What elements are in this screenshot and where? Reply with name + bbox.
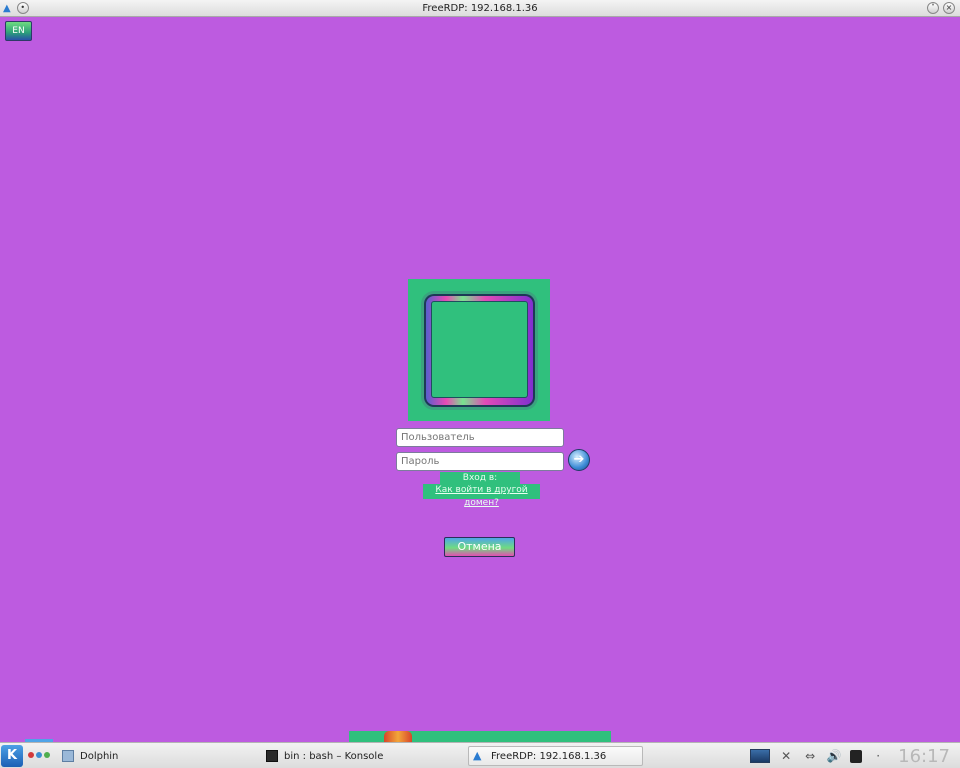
terminal-icon	[266, 750, 278, 762]
screen-icon[interactable]	[750, 749, 771, 763]
window-menu-icon[interactable]: ▲	[3, 3, 11, 14]
task-konsole[interactable]: bin : bash – Konsole	[262, 746, 462, 766]
taskbar: K Dolphin bin : bash – Konsole ▲ FreeRDP…	[0, 742, 960, 768]
x-tool-icon[interactable]: ✕	[778, 748, 794, 764]
window-titlebar: ▲ • FreeRDP: 192.168.1.36 ˅ ×	[0, 0, 960, 17]
volume-icon[interactable]: 🔊	[826, 748, 842, 764]
branding-strip	[349, 731, 611, 742]
language-button[interactable]: EN	[5, 21, 32, 41]
other-domain-link[interactable]: Как войти в другой домен?	[423, 484, 540, 508]
task-label: bin : bash – Konsole	[284, 750, 384, 762]
task-freerdp[interactable]: ▲ FreeRDP: 192.168.1.36	[468, 746, 643, 766]
username-field[interactable]	[396, 428, 564, 447]
close-button[interactable]: ×	[943, 2, 955, 14]
freerdp-icon: ▲	[473, 749, 482, 762]
window-title: FreeRDP: 192.168.1.36	[422, 2, 538, 14]
titlebar-left: ▲ •	[3, 2, 29, 14]
branding-logo-icon	[384, 731, 412, 742]
pin-icon[interactable]: •	[16, 2, 29, 14]
system-tray: ✕ ⇔ 🔊 · 16:17	[750, 743, 960, 768]
notifications-icon[interactable]	[850, 749, 863, 763]
task-label: FreeRDP: 192.168.1.36	[491, 750, 607, 762]
password-field[interactable]	[396, 452, 564, 471]
clock[interactable]: 16:17	[898, 746, 950, 767]
task-label: Dolphin	[80, 750, 119, 762]
application-launcher-button[interactable]: K	[1, 745, 23, 767]
minimize-button[interactable]: ˅	[927, 2, 939, 14]
network-icon[interactable]: ⇔	[802, 748, 818, 764]
remote-desktop-area[interactable]: EN ➔ Вход в: CONSTER Как войти в другой …	[0, 17, 960, 742]
avatar-picture	[431, 301, 528, 398]
login-arrow-button[interactable]: ➔	[568, 449, 590, 471]
activities-icon[interactable]	[28, 752, 50, 758]
tray-more-icon[interactable]: ·	[870, 748, 886, 764]
task-dolphin[interactable]: Dolphin	[58, 746, 258, 766]
cancel-button[interactable]: Отмена	[444, 537, 515, 557]
avatar-frame	[424, 294, 535, 407]
titlebar-controls: ˅ ×	[927, 2, 955, 14]
user-avatar-tile	[408, 279, 550, 421]
dolphin-icon	[62, 750, 74, 762]
